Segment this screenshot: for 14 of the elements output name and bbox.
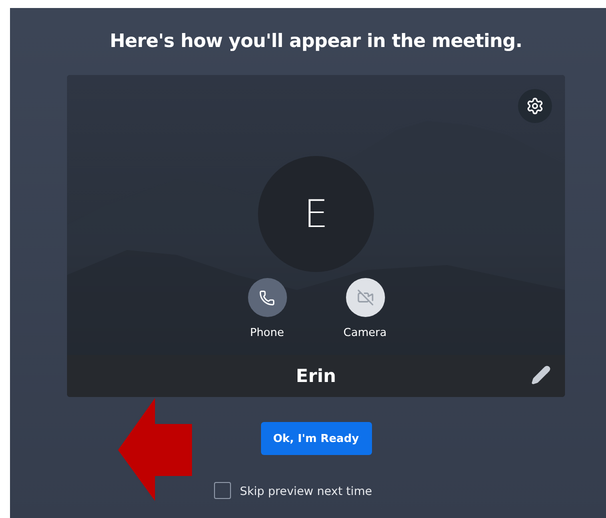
checkbox-label: Skip preview next time (240, 484, 372, 498)
avatar-initial: E (304, 192, 328, 236)
ready-button[interactable]: Ok, I'm Ready (260, 422, 372, 455)
phone-icon (259, 290, 275, 306)
control-label: Phone (250, 326, 284, 339)
pencil-icon (531, 365, 551, 385)
arrow-icon (118, 398, 192, 501)
settings-icon (526, 97, 544, 115)
page-heading: Here's how you'll appear in the meeting. (110, 31, 522, 52)
edit-name-button[interactable] (531, 365, 551, 385)
skip-preview-checkbox[interactable] (214, 482, 231, 499)
control-label: Camera (343, 326, 387, 339)
camera-off-icon (356, 289, 374, 306)
participant-name: Erin (296, 366, 336, 386)
